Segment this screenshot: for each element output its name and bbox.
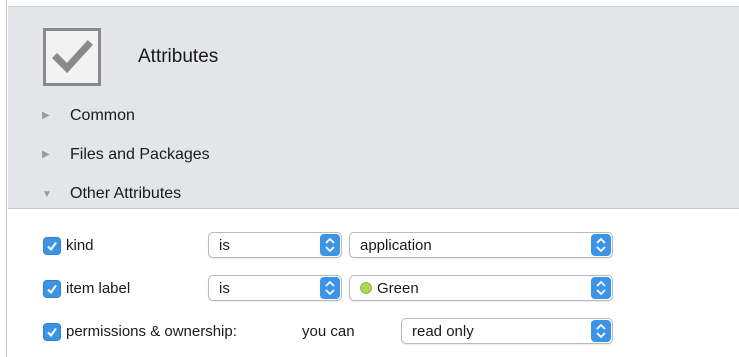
popup-stepper-icon[interactable]	[591, 277, 611, 299]
section-label: Common	[70, 107, 135, 124]
disclosure-right-icon[interactable]: ▶	[42, 110, 50, 121]
label-color-value: Green	[360, 280, 419, 297]
value-popup[interactable]: application	[349, 232, 613, 258]
attributes-title: Attributes	[138, 46, 219, 67]
kind-checkbox[interactable]	[43, 237, 61, 255]
criteria-label: kind	[66, 237, 94, 254]
attributes-panel: Attributes ▶ Common ▶ Files and Packages…	[8, 6, 739, 209]
criteria-label: permissions & ownership:	[66, 323, 237, 340]
value-text: Green	[377, 280, 419, 297]
operator-popup[interactable]: is	[208, 232, 342, 258]
criteria-label: item label	[66, 280, 131, 297]
popup-stepper-icon[interactable]	[320, 234, 340, 256]
window-edge	[0, 0, 7, 357]
checkbox-icon	[43, 28, 101, 86]
value-text: application	[360, 237, 432, 254]
section-files-and-packages[interactable]: ▶ Files and Packages	[8, 138, 739, 174]
section-label: Other Attributes	[70, 185, 182, 202]
popup-stepper-icon[interactable]	[591, 234, 611, 256]
criteria-row-kind: kind is application	[8, 231, 739, 263]
label-color-popup[interactable]: Green	[349, 275, 613, 301]
permissions-checkbox[interactable]	[43, 323, 61, 341]
operator-popup[interactable]: is	[208, 275, 342, 301]
criteria-row-permissions: permissions & ownership: you can read on…	[8, 317, 739, 349]
disclosure-right-icon[interactable]: ▶	[42, 149, 50, 160]
section-label: Files and Packages	[70, 146, 210, 163]
criteria-list: kind is application item label is Green …	[8, 209, 739, 357]
section-common[interactable]: ▶ Common	[8, 99, 739, 135]
disclosure-down-icon[interactable]: ▼	[42, 189, 52, 200]
find-window: Attributes ▶ Common ▶ Files and Packages…	[0, 0, 739, 357]
value-text: read only	[412, 323, 474, 340]
operator-value: is	[219, 280, 230, 297]
operator-value: is	[219, 237, 230, 254]
popup-stepper-icon[interactable]	[320, 277, 340, 299]
green-dot-icon	[360, 282, 372, 294]
popup-stepper-icon[interactable]	[591, 320, 611, 342]
permission-popup[interactable]: read only	[401, 318, 613, 344]
section-other-attributes[interactable]: ▼ Other Attributes	[8, 177, 739, 213]
operator-text: you can	[302, 323, 355, 340]
criteria-row-item-label: item label is Green	[8, 274, 739, 306]
item-label-checkbox[interactable]	[43, 280, 61, 298]
